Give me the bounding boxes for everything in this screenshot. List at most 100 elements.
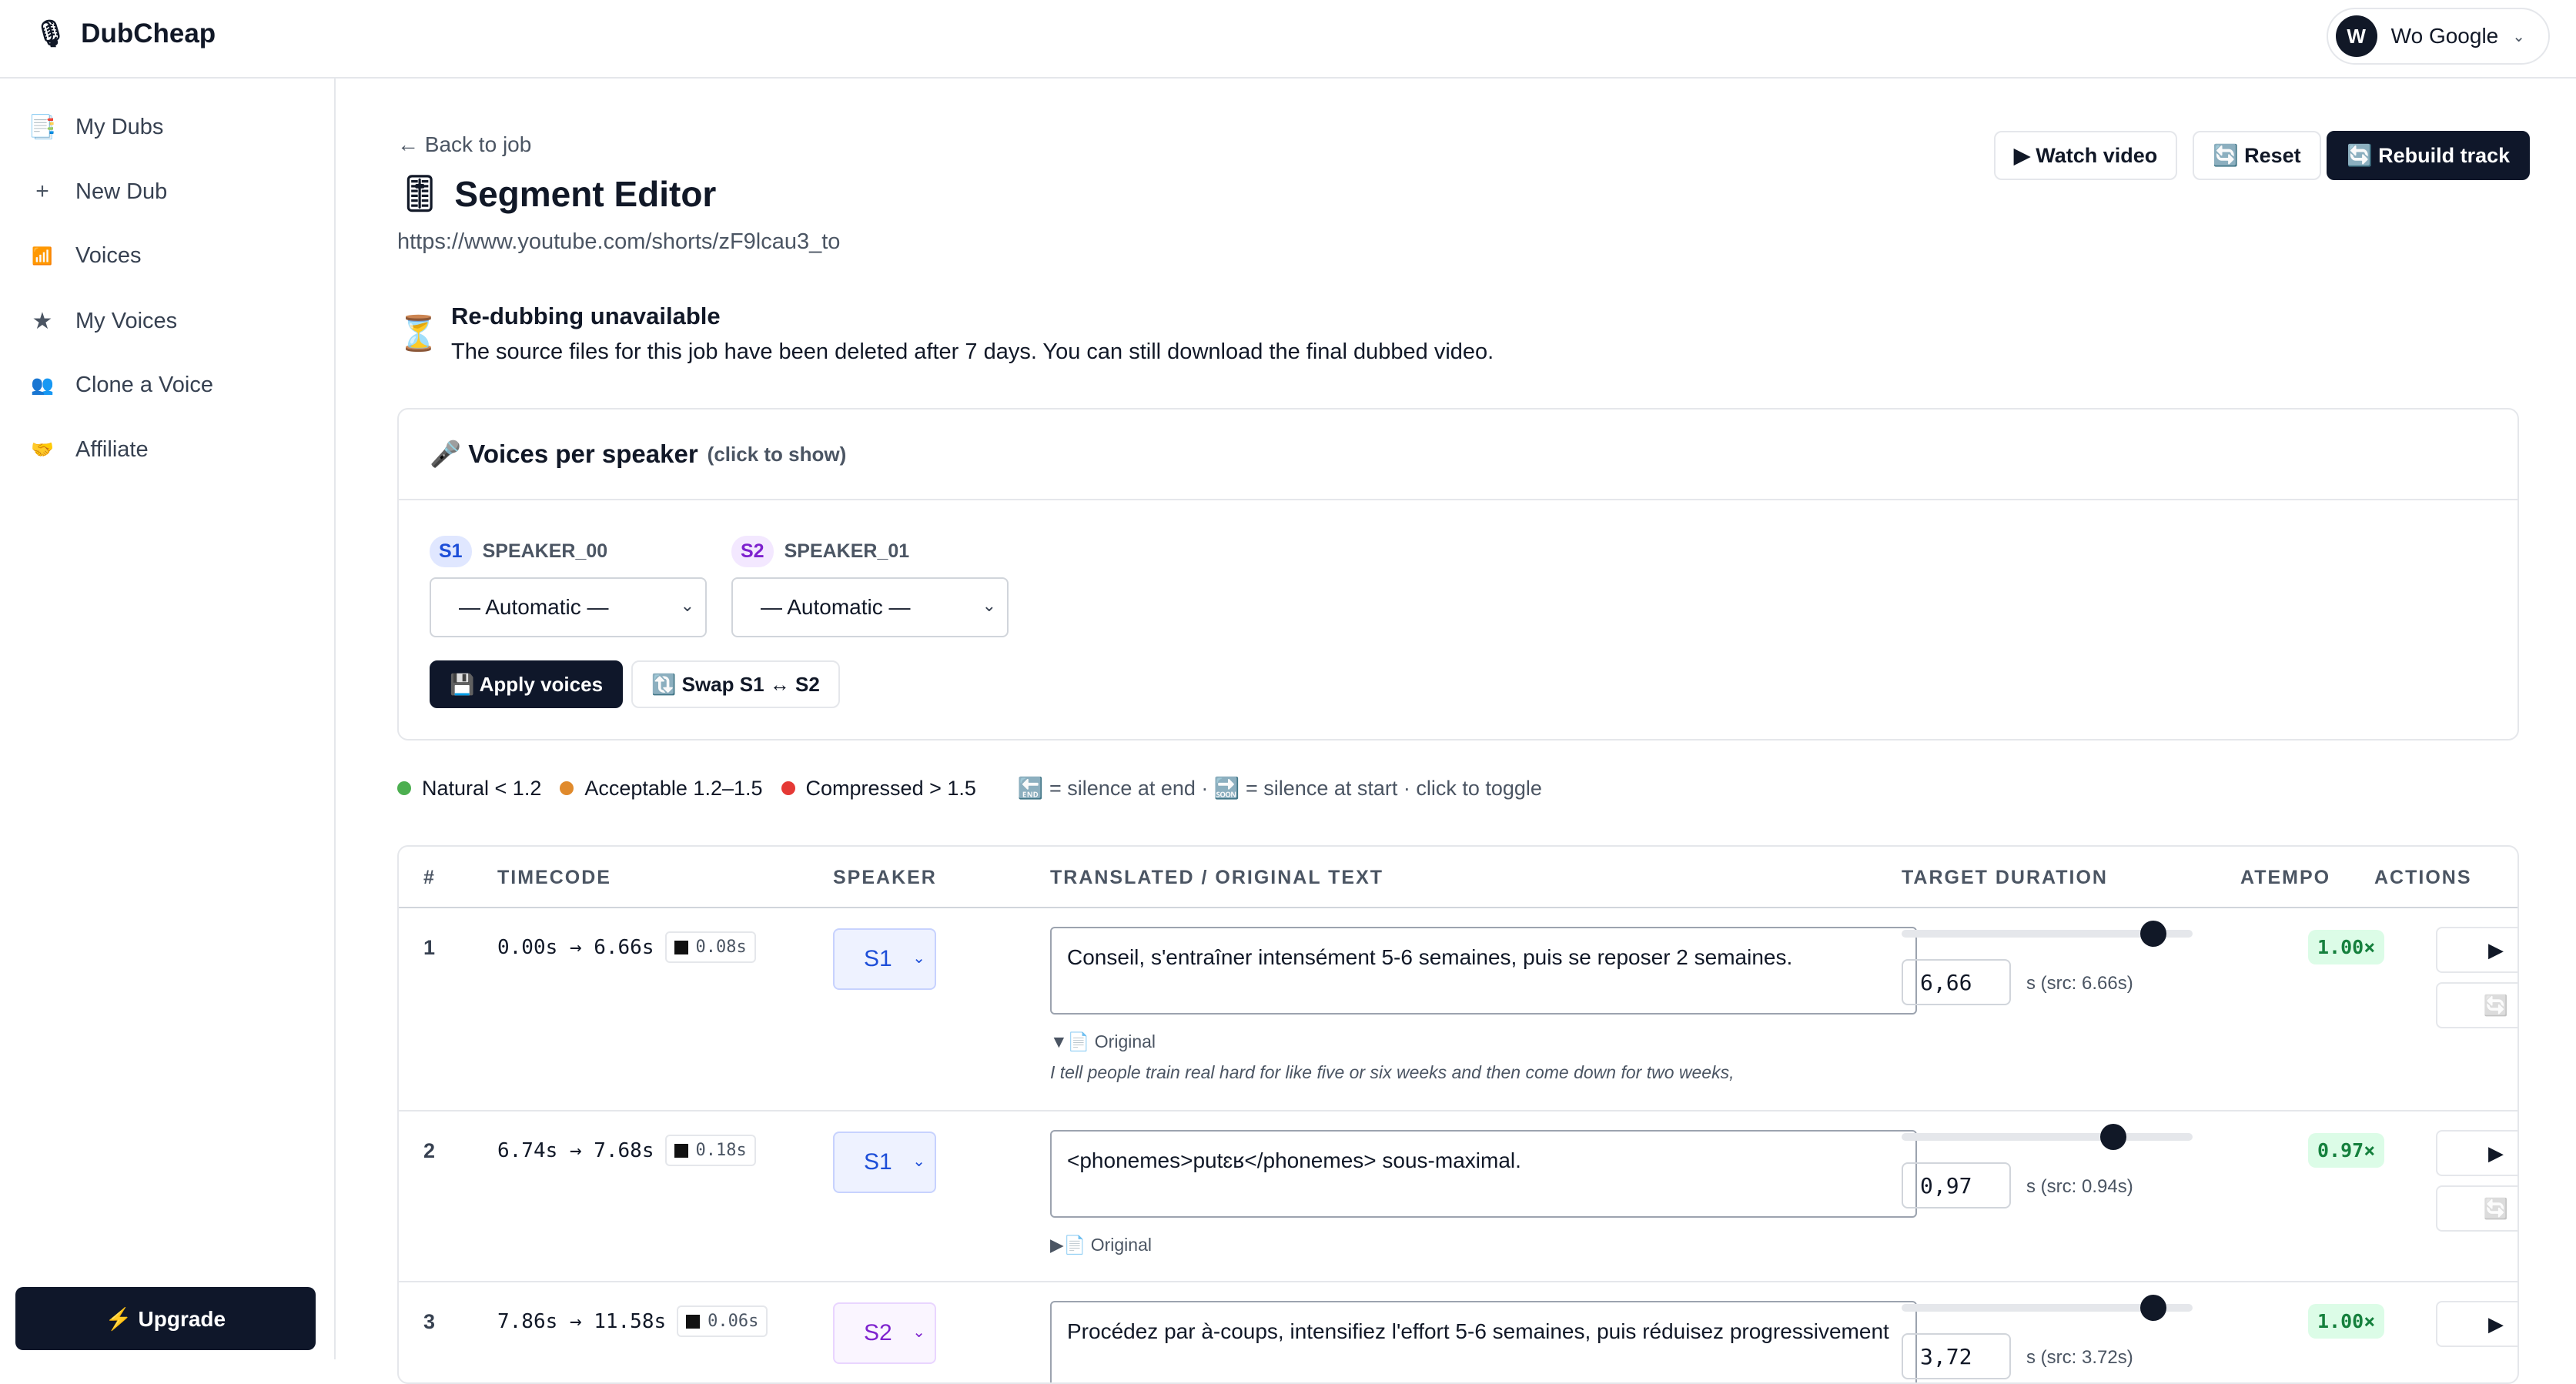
sidebar-item-new-dub[interactable]: + New Dub	[28, 179, 167, 205]
translated-text-input[interactable]: Procédez par à-coups, intensifiez l'effo…	[1050, 1301, 1917, 1382]
speaker-1-label: S1 SPEAKER_00	[430, 536, 607, 567]
sidebar-item-my-dubs[interactable]: 📑 My Dubs	[28, 114, 163, 141]
speaker-name: SPEAKER_00	[482, 540, 608, 562]
duration-input[interactable]: 3,72	[1902, 1333, 2011, 1379]
plus-icon: +	[35, 179, 49, 204]
sidebar-item-label: Clone a Voice	[75, 373, 213, 397]
duration-slider[interactable]	[1902, 1124, 2193, 1150]
timecode: 7.86s → 11.58s 0.06s	[497, 1305, 768, 1337]
col-speaker: SPEAKER	[833, 867, 937, 888]
play-button[interactable]: ▶	[2436, 1301, 2517, 1347]
swap-speakers-button[interactable]: 🔃 Swap S1 ↔ S2	[631, 660, 840, 708]
page-title-text: Segment Editor	[454, 173, 717, 214]
select-value: — Automatic —	[459, 595, 609, 619]
legend-compressed: Compressed > 1.5	[805, 776, 976, 800]
source-url[interactable]: https://www.youtube.com/shorts/zF9lcau3_…	[397, 229, 840, 255]
legend: Natural < 1.2 Acceptable 1.2–1.5 Compres…	[397, 776, 1542, 801]
regenerate-button[interactable]: 🔄	[2436, 1185, 2517, 1232]
original-toggle[interactable]: ▼📄 Original	[1050, 1031, 1156, 1052]
atempo-badge: 0.97×	[2308, 1133, 2385, 1168]
account-name: Wo Google	[2390, 24, 2499, 48]
sidebar-item-affiliate[interactable]: 🤝 Affiliate	[28, 437, 149, 463]
speaker-name: SPEAKER_01	[784, 540, 910, 562]
legend-silence: 🔚 = silence at end · 🔜 = silence at star…	[1017, 777, 1542, 800]
row-number: 3	[423, 1310, 436, 1333]
compressed-dot	[781, 781, 795, 795]
voices-hint: (click to show)	[707, 442, 847, 466]
atempo-badge: 1.00×	[2308, 1304, 2385, 1339]
silence-gap-toggle[interactable]: 0.18s	[664, 1135, 756, 1166]
reset-button[interactable]: 🔄 Reset	[2193, 131, 2321, 180]
atempo-badge: 1.00×	[2308, 930, 2385, 964]
sidebar-item-my-voices[interactable]: ★ My Voices	[28, 308, 178, 335]
sidebar-item-label: Affiliate	[75, 437, 149, 462]
table-row: 3 7.86s → 11.58s 0.06s S2 ⌄ Procédez par…	[399, 1282, 2517, 1382]
voices-heading: 🎤 Voices per speaker	[430, 439, 698, 468]
refresh-icon: 🔄	[2483, 1196, 2509, 1220]
sidebar-item-label: Voices	[75, 243, 142, 268]
col-duration: TARGET DURATION	[1902, 867, 2108, 888]
play-button[interactable]: ▶	[2436, 927, 2517, 973]
speaker-chip: S2	[731, 536, 774, 567]
duration-slider[interactable]	[1902, 921, 2193, 947]
hourglass-icon: ⏳	[397, 315, 440, 353]
square-icon	[674, 940, 688, 954]
speaker-2-label: S2 SPEAKER_01	[731, 536, 909, 567]
play-icon: ▶	[2488, 938, 2504, 961]
rebuild-track-button[interactable]: 🔄 Rebuild track	[2327, 131, 2531, 180]
silence-gap-toggle[interactable]: 0.08s	[664, 931, 756, 963]
notice-text: The source files for this job have been …	[451, 339, 1494, 364]
apply-voices-button[interactable]: 💾 Apply voices	[430, 660, 624, 708]
table-row: 1 0.00s → 6.66s 0.08s S1 ⌄ Conseil, s'en…	[399, 908, 2517, 1112]
sidebar-item-voices[interactable]: 📶 Voices	[28, 243, 141, 269]
avatar: W	[2335, 15, 2377, 57]
account-menu[interactable]: W Wo Google ⌄	[2326, 8, 2550, 65]
voices-card: 🎤 Voices per speaker (click to show) S1 …	[397, 408, 2519, 740]
duration-input[interactable]: 6,66	[1902, 959, 2011, 1005]
sidebar-item-label: My Dubs	[75, 115, 164, 139]
original-text: I tell people train real hard for like f…	[1050, 1062, 1735, 1082]
speaker-2-voice-select[interactable]: — Automatic — ⌄	[731, 577, 1009, 637]
watch-video-button[interactable]: ▶ Watch video	[1994, 131, 2178, 180]
translated-text-input[interactable]: Conseil, s'entraîner intensément 5-6 sem…	[1050, 927, 1917, 1015]
slider-knob[interactable]	[2139, 1295, 2166, 1321]
voices-card-header[interactable]: 🎤 Voices per speaker (click to show)	[399, 410, 2517, 500]
slider-knob[interactable]	[2100, 1124, 2126, 1150]
speaker-select[interactable]: S2 ⌄	[833, 1302, 936, 1364]
chevron-down-icon: ⌄	[680, 596, 694, 615]
sidebar-item-clone-voice[interactable]: 👥 Clone a Voice	[28, 373, 213, 398]
silence-gap-toggle[interactable]: 0.06s	[677, 1305, 768, 1337]
regenerate-button[interactable]: 🔄	[2436, 982, 2517, 1028]
source-duration: s (src: 6.66s)	[2026, 973, 2133, 994]
translated-text-input[interactable]: <phonemes>putɛʁ</phonemes> sous-maximal.	[1050, 1130, 1917, 1218]
microphone-icon: 🎙	[34, 19, 68, 48]
upgrade-button[interactable]: ⚡ Upgrade	[15, 1287, 316, 1350]
original-toggle[interactable]: ▶📄 Original	[1050, 1235, 1152, 1255]
app-name: DubCheap	[81, 18, 216, 48]
play-button[interactable]: ▶	[2436, 1130, 2517, 1176]
duration-input[interactable]: 0,97	[1902, 1162, 2011, 1208]
speaker-value: S1	[864, 1149, 892, 1175]
speaker-1-voice-select[interactable]: — Automatic — ⌄	[430, 577, 707, 637]
brand[interactable]: 🎙 DubCheap	[34, 18, 216, 49]
gap-value: 0.18s	[695, 1141, 747, 1160]
duration-slider[interactable]	[1902, 1295, 2193, 1321]
acceptable-dot	[560, 781, 574, 795]
chevron-down-icon: ⌄	[982, 596, 996, 615]
timecode: 0.00s → 6.66s 0.08s	[497, 931, 756, 963]
speaker-select[interactable]: S1 ⌄	[833, 1132, 936, 1193]
slider-icon: 🎚	[397, 173, 443, 213]
sidebar-item-label: New Dub	[75, 179, 168, 204]
chevron-down-icon: ⌄	[912, 950, 925, 967]
col-num: #	[423, 867, 436, 888]
star-icon: ★	[32, 309, 53, 334]
slider-knob[interactable]	[2139, 921, 2166, 947]
source-duration: s (src: 3.72s)	[2026, 1347, 2133, 1368]
speaker-value: S1	[864, 946, 892, 971]
speaker-select[interactable]: S1 ⌄	[833, 928, 936, 990]
main-content: ← Back to job 🎚 Segment Editor https://w…	[336, 79, 2576, 1384]
timecode-range: 0.00s → 6.66s	[497, 935, 654, 959]
back-to-job-link[interactable]: ← Back to job	[397, 132, 531, 157]
table-row: 2 6.74s → 7.68s 0.18s S1 ⌄ <phonemes>put…	[399, 1112, 2517, 1282]
col-atempo: ATEMPO	[2240, 867, 2331, 888]
